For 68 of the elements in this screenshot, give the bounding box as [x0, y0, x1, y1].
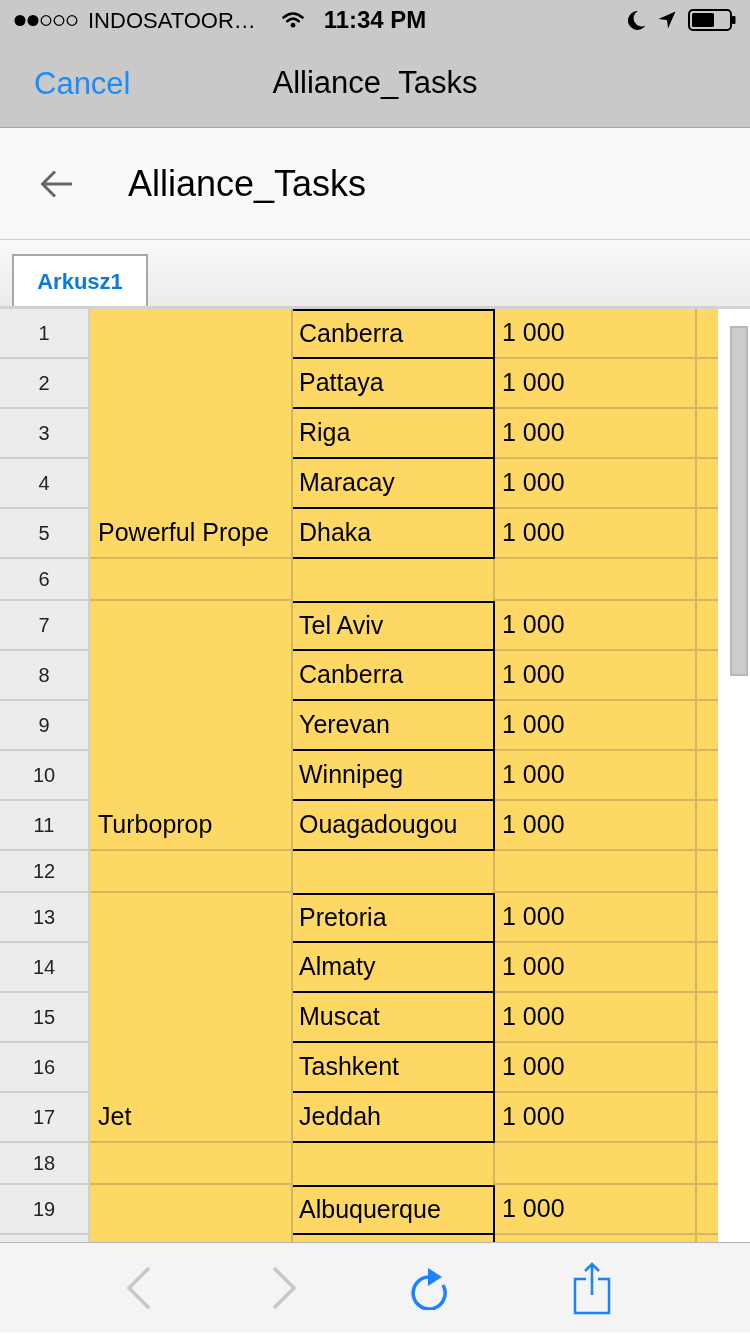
sheet-cell: 1 000 — [495, 993, 697, 1043]
row-header: 6 — [0, 559, 90, 601]
row-header: 17 — [0, 1093, 90, 1143]
sheet-cell: 1 000 — [495, 1093, 697, 1143]
scrollbar-thumb[interactable] — [730, 326, 748, 676]
row-header: 7 — [0, 601, 90, 651]
sheet-cell: 1 000 — [495, 309, 697, 359]
clock-time: 11:34 PM — [323, 5, 427, 35]
battery-icon — [688, 9, 736, 31]
row-header: 10 — [0, 751, 90, 801]
row-header: 9 — [0, 701, 90, 751]
sheet-cell: Maracay — [293, 459, 495, 509]
row-header: 12 — [0, 851, 90, 893]
sheet-cell: Canberra — [293, 651, 495, 701]
sheet-cell: Almaty — [293, 943, 495, 993]
row-header: 15 — [0, 993, 90, 1043]
row-header: 18 — [0, 1143, 90, 1185]
sheet-cell: Tashkent — [293, 1043, 495, 1093]
sheet-cell: Muscat — [293, 993, 495, 1043]
sheet-cell: Riga — [293, 409, 495, 459]
sheet-cell: Yerevan — [293, 701, 495, 751]
sheet-tab[interactable]: Arkusz1 — [12, 254, 148, 306]
sheet-cell: 1 000 — [495, 651, 697, 701]
sheet-cell: 1 000 — [495, 943, 697, 993]
sheet-cell: Ouagadougou — [293, 801, 495, 851]
location-arrow-icon — [658, 11, 676, 29]
back-arrow-icon[interactable] — [40, 168, 73, 199]
sheet-cell: Albuquerque — [293, 1185, 495, 1235]
row-header: 2 — [0, 359, 90, 409]
sheet-cell: 1 000 — [495, 1043, 697, 1093]
nav-title: Alliance_Tasks — [272, 64, 478, 103]
row-header: 19 — [0, 1185, 90, 1235]
carrier-name: INDOSATOOR… — [88, 6, 256, 35]
row-header: 4 — [0, 459, 90, 509]
sheet-cell: Dhaka — [293, 509, 495, 559]
row-header: 16 — [0, 1043, 90, 1093]
sheet-cell: 1 000 — [495, 359, 697, 409]
sheet-cell: 1 000 — [495, 751, 697, 801]
sheet-cell: 1 000 — [495, 1185, 697, 1235]
moon-icon — [628, 10, 646, 30]
row-header: 5 — [0, 509, 90, 559]
sheet-cell: Pretoria — [293, 893, 495, 943]
category-label: Jet — [98, 1101, 132, 1133]
sheet-cell: 1 000 — [495, 459, 697, 509]
row-header: 11 — [0, 801, 90, 851]
sheet-cell: Jeddah — [293, 1093, 495, 1143]
sheet-cell: 1 000 — [495, 701, 697, 751]
sheet-cell: Winnipeg — [293, 751, 495, 801]
wifi-icon — [281, 12, 304, 28]
sheet-cell: 1 000 — [495, 801, 697, 851]
sheet-cell: 1 000 — [495, 509, 697, 559]
signal-strength-icon — [14, 13, 80, 27]
row-header: 13 — [0, 893, 90, 943]
share-icon[interactable] — [573, 1260, 611, 1315]
sheet-cell: 1 000 — [495, 893, 697, 943]
sheet-cell: 1 000 — [495, 601, 697, 651]
sheet-cell: Canberra — [293, 309, 495, 359]
category-label: Powerful Prope — [98, 517, 269, 549]
row-header: 14 — [0, 943, 90, 993]
row-header: 1 — [0, 309, 90, 359]
sheet-cell: Pattaya — [293, 359, 495, 409]
refresh-icon[interactable] — [409, 1265, 449, 1310]
category-label: Turboprop — [98, 809, 213, 841]
document-title: Alliance_Tasks — [128, 161, 367, 206]
row-header: 8 — [0, 651, 90, 701]
row-header: 3 — [0, 409, 90, 459]
sheet-cell: 1 000 — [495, 409, 697, 459]
sheet-cell: Tel Aviv — [293, 601, 495, 651]
